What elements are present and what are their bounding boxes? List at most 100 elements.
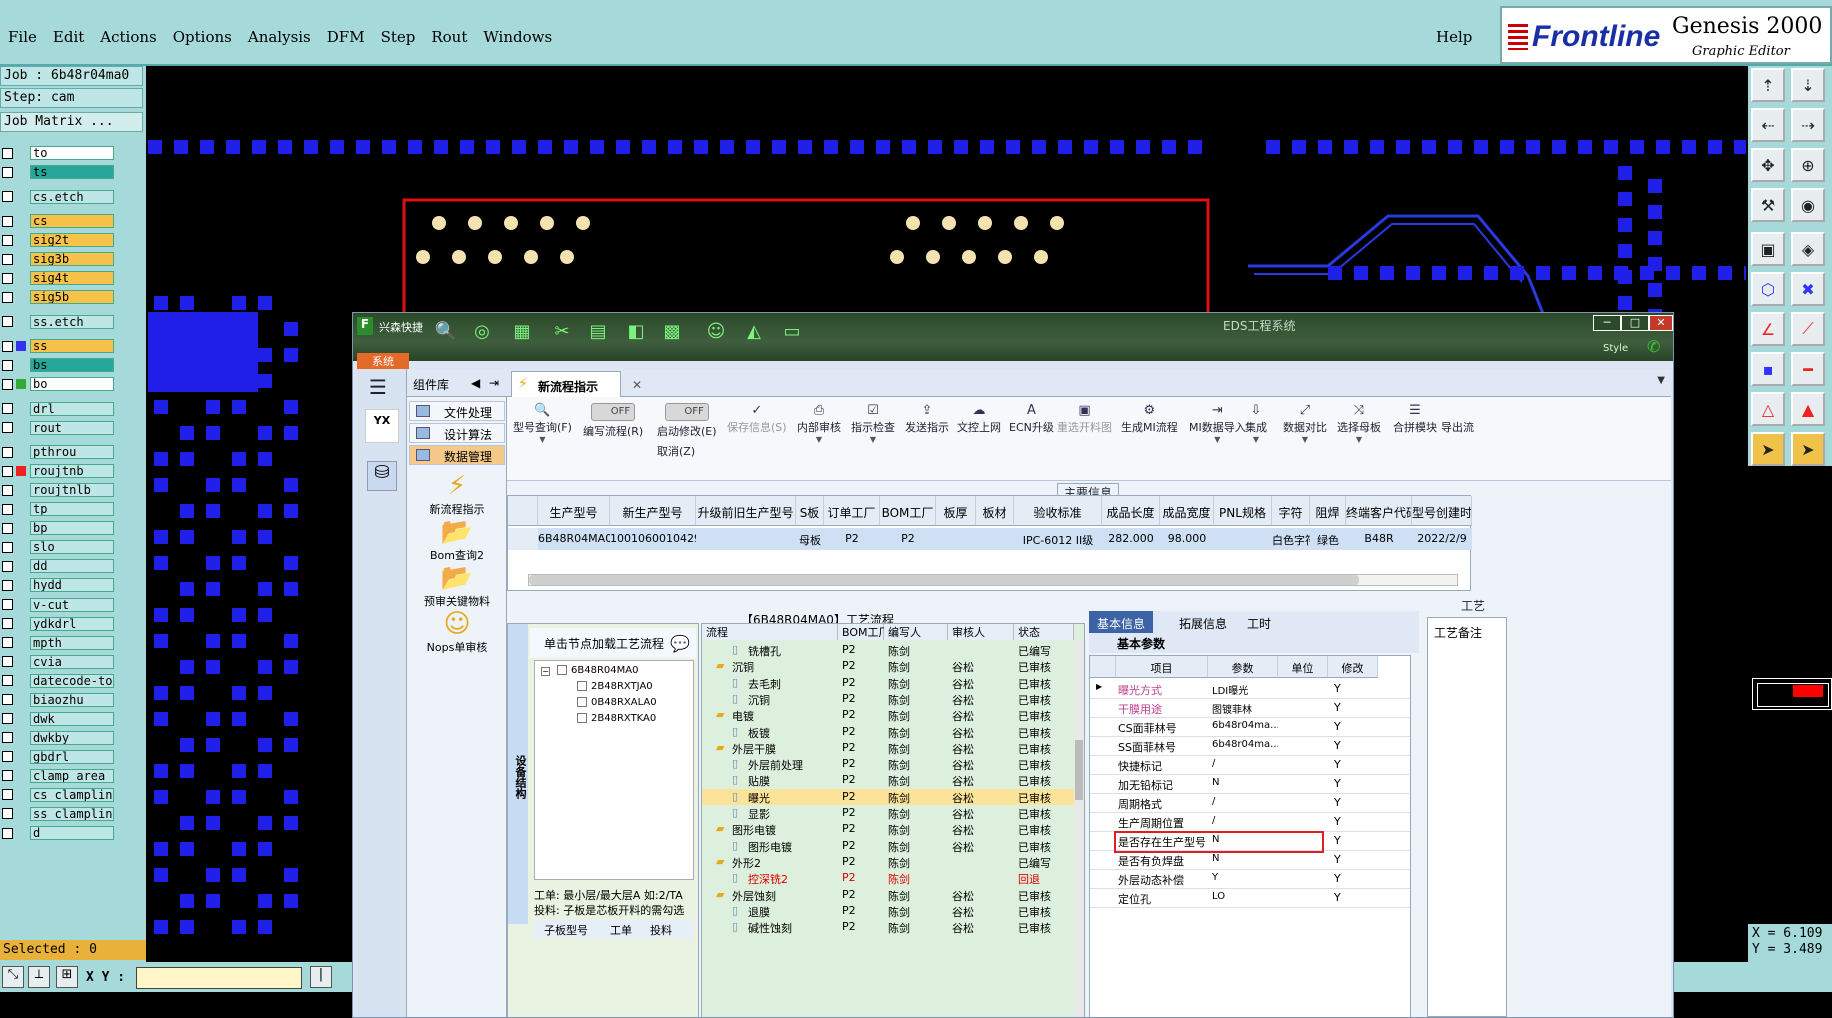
tab-new-flow[interactable]: ⚡ 新流程指示 ✕: [511, 371, 642, 397]
flow-scroll-thumb[interactable]: [1075, 740, 1083, 800]
layer-checkbox[interactable]: [2, 503, 13, 515]
scissors-icon[interactable]: ✂: [549, 319, 575, 345]
param-modify[interactable]: Y: [1334, 796, 1341, 809]
grid-col-header[interactable]: 阻焊: [1310, 496, 1346, 526]
layer-name[interactable]: ydkdrl: [30, 616, 114, 631]
layer-row[interactable]: to: [0, 146, 146, 160]
sidebar-tool-1[interactable]: 📂 Bom查询2: [411, 517, 503, 563]
grid-cell[interactable]: 母板: [796, 528, 824, 550]
process-remark[interactable]: 工艺备注: [1427, 617, 1507, 1017]
flow-col-header[interactable]: BOM工厂: [838, 624, 890, 640]
layer-name[interactable]: cs.etch: [30, 189, 114, 204]
param-value[interactable]: 图镀菲林: [1212, 701, 1278, 716]
ribbon-button-11[interactable]: ⇥ MI数据导入 ▼: [1189, 403, 1246, 444]
layer-checkbox[interactable]: [2, 253, 13, 265]
layer-checkbox[interactable]: [2, 694, 13, 706]
layer-checkbox[interactable]: [2, 484, 13, 496]
param-modify[interactable]: Y: [1334, 758, 1341, 771]
grid-cell[interactable]: [976, 528, 1014, 550]
layer-row[interactable]: datecode-to: [0, 673, 146, 688]
param-modify[interactable]: Y: [1334, 777, 1341, 790]
tree-checkbox[interactable]: [577, 681, 587, 691]
process-flow-grid[interactable]: 流程 BOM工厂 编写人 审核人 状态 ▯ 铣槽孔 P2 陈剑 已编写 ▰ 沉铜 P2 陈剑 谷松 已审核 ▯…: [701, 623, 1085, 1017]
layer-name[interactable]: gbdrl: [30, 749, 114, 764]
layer-row[interactable]: sig4t: [0, 271, 146, 286]
sidebar-item-1[interactable]: 设计算法: [409, 423, 505, 443]
layer-row[interactable]: ss.etch: [0, 314, 146, 329]
layer-checkbox[interactable]: [2, 579, 13, 591]
layer-checkbox[interactable]: [2, 422, 13, 434]
layer-name[interactable]: bs: [30, 358, 114, 373]
param-modify[interactable]: Y: [1334, 815, 1341, 828]
grid-cell[interactable]: P2: [824, 528, 880, 550]
layer-checkbox[interactable]: [2, 166, 13, 178]
param-tab-1[interactable]: 拓展信息: [1171, 611, 1235, 633]
flow-row[interactable]: ▰ 外层蚀刻 P2 陈剑 谷松 已审核: [702, 887, 1074, 903]
tree-node[interactable]: 0B48RXALA0: [577, 697, 657, 708]
grid-col-header[interactable]: 升级前旧生产型号: [696, 496, 796, 526]
ribbon-button-7[interactable]: ☁ 文控上网: [957, 403, 1001, 435]
param-value[interactable]: LO: [1212, 891, 1278, 902]
layer-row[interactable]: slo: [0, 540, 146, 555]
line-icon[interactable]: ∠: [1751, 312, 1785, 346]
layer-checkbox[interactable]: [2, 827, 13, 839]
layer-name[interactable]: cs: [30, 214, 114, 228]
layer-checkbox[interactable]: [2, 599, 13, 611]
layer-checkbox[interactable]: [2, 291, 13, 303]
phone-icon[interactable]: ✆: [1647, 337, 1660, 356]
menu-step[interactable]: Step: [373, 22, 424, 52]
tree-view[interactable]: 6B48R04MA0 2B48RXTJA0 0B48RXALA0 2B48RXTKA0…: [534, 660, 694, 880]
job-matrix-button[interactable]: Job Matrix ...: [0, 112, 143, 132]
param-col-header[interactable]: 参数: [1208, 656, 1278, 678]
param-modify[interactable]: Y: [1334, 872, 1341, 885]
layer-checkbox[interactable]: [2, 789, 13, 801]
flow-row[interactable]: ▯ 去毛刺 P2 陈剑 谷松 已审核: [702, 675, 1074, 691]
zoom-out-icon[interactable]: ⇣: [1791, 68, 1825, 102]
flow-row[interactable]: ▰ 外形2 P2 陈剑 已编写: [702, 854, 1074, 870]
grid-col-header[interactable]: 字符: [1272, 496, 1310, 526]
layer-row[interactable]: ss: [0, 339, 146, 354]
tree-checkbox[interactable]: [557, 665, 567, 675]
ribbon-button-10[interactable]: ⚙ 生成MI流程: [1121, 403, 1178, 435]
flow-scrollbar[interactable]: [1074, 640, 1084, 1017]
flow-row[interactable]: ▯ 退膜 P2 陈剑 谷松 已审核: [702, 903, 1074, 919]
sidebar-item-0[interactable]: 文件处理: [409, 401, 505, 421]
layer-name[interactable]: datecode-to: [30, 673, 114, 688]
flow-row[interactable]: ▰ 电镀 P2 陈剑 谷松 已审核: [702, 707, 1074, 723]
minimap[interactable]: [1752, 678, 1832, 710]
layer-checkbox[interactable]: [2, 637, 13, 649]
tree-checkbox[interactable]: [577, 697, 587, 707]
param-row[interactable]: 快捷标记 / Y: [1090, 756, 1410, 775]
layer-row[interactable]: dwkby: [0, 730, 146, 745]
param-row[interactable]: 定位孔 LO Y: [1090, 889, 1410, 908]
layer-name[interactable]: roujtnb: [30, 464, 114, 479]
dash-icon[interactable]: ━: [1791, 352, 1825, 386]
layer-checkbox[interactable]: [2, 732, 13, 744]
layer-checkbox[interactable]: [2, 446, 13, 458]
grid-cell[interactable]: IPC-6012 II级: [1014, 528, 1102, 550]
layer-row[interactable]: biaozhu: [0, 692, 146, 707]
ribbon-button-3[interactable]: ✓ 保存信息(S): [727, 403, 787, 435]
ribbon-button-15[interactable]: ☰ 合拼模块: [1393, 403, 1437, 435]
layer-checkbox[interactable]: [2, 656, 13, 668]
measure-icon[interactable]: ⟂: [28, 966, 50, 988]
ribbon-button-5[interactable]: ☑ 指示检查 ▼: [851, 403, 895, 444]
param-tab-2[interactable]: 工时: [1239, 611, 1279, 633]
layer-row[interactable]: tp: [0, 502, 146, 517]
layer-name[interactable]: d: [30, 826, 114, 840]
flow-row[interactable]: ▰ 外层干膜 P2 陈剑 谷松 已审核: [702, 740, 1074, 756]
grid-col-header[interactable]: 终端客户代码: [1346, 496, 1412, 526]
sidebar-item-2[interactable]: 数据管理: [409, 445, 505, 465]
grid-apps-icon[interactable]: ▩: [659, 319, 685, 345]
flow-row[interactable]: ▯ 贴膜 P2 陈剑 谷松 已审核: [702, 772, 1074, 788]
layer-name[interactable]: roujtnlb: [30, 483, 114, 498]
layer-checkbox[interactable]: [2, 770, 13, 782]
triangle-fill-icon[interactable]: ▲: [1791, 392, 1825, 426]
pointer-icon[interactable]: ➤: [1751, 432, 1785, 466]
layer-checkbox[interactable]: [2, 403, 13, 415]
grid-col-header[interactable]: 生产型号: [538, 496, 610, 526]
grid-cell[interactable]: B48R: [1346, 528, 1412, 550]
dropdown-arrow-icon[interactable]: ▼: [851, 435, 895, 444]
ribbon-button-1[interactable]: OFF 编写流程(R): [583, 403, 643, 439]
main-info-grid[interactable]: 生产型号 新生产型号 升级前旧生产型号 S板 订单工厂 BOM工厂 板厚 板材 验收标准 成品长度…: [507, 495, 1472, 591]
